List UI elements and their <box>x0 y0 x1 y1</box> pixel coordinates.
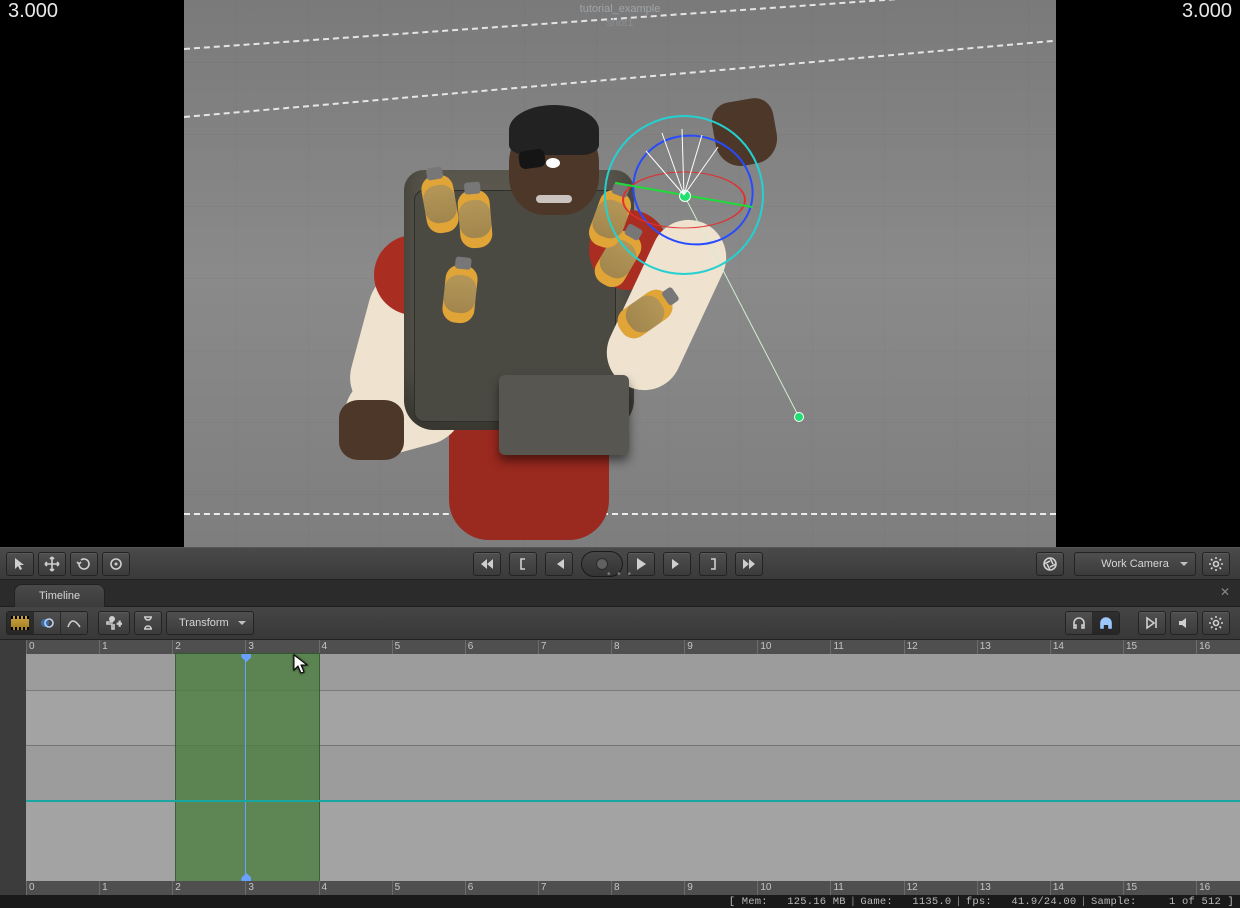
key-plus-icon: + <box>106 615 122 631</box>
graph-editor-button[interactable] <box>61 612 87 634</box>
status-fps-label: fps: <box>966 896 992 908</box>
headphones-filled-icon <box>1098 615 1114 631</box>
snap-toggle-group <box>1065 611 1120 635</box>
svg-text:+: + <box>117 619 122 629</box>
graph-icon <box>66 615 82 631</box>
playhead[interactable] <box>245 654 246 881</box>
panel-drag-handle[interactable]: • • • <box>607 569 633 580</box>
snap-key-button[interactable] <box>1093 612 1119 634</box>
rewind-button[interactable] <box>473 552 501 576</box>
headphones-icon <box>1071 615 1087 631</box>
panel-close-button[interactable]: ✕ <box>1218 585 1232 599</box>
timeline-ruler-top[interactable]: 012345678910111213141516 <box>26 640 1240 654</box>
status-mem-value: 125.16 MB <box>787 896 846 908</box>
manipulator-mode-label: Transform <box>179 617 229 629</box>
snap-frame-button[interactable] <box>1066 612 1093 634</box>
status-game-value: 1135.0 <box>912 896 951 908</box>
bone-pivot-icon[interactable] <box>794 412 804 422</box>
move-tool-button[interactable] <box>38 552 66 576</box>
aperture-icon <box>1042 556 1058 572</box>
film-icon <box>11 616 29 630</box>
rotate-tool-button[interactable] <box>70 552 98 576</box>
bookmark-button[interactable] <box>134 611 162 635</box>
camera-select[interactable]: Work Camera <box>1074 552 1196 576</box>
viewport-settings-button[interactable] <box>1202 552 1230 576</box>
viewport[interactable] <box>184 0 1056 547</box>
time-display-left: 3.000 <box>8 0 58 23</box>
step-forward-button[interactable] <box>663 552 691 576</box>
fast-forward-button[interactable] <box>735 552 763 576</box>
add-keyframe-button[interactable]: + <box>98 611 130 635</box>
timeline[interactable]: 012345678910111213141516 012345678910111… <box>0 640 1240 895</box>
status-game-label: Game: <box>860 896 893 908</box>
gear-icon <box>1208 615 1224 631</box>
play-icon <box>633 556 649 572</box>
status-sample-label: Sample: <box>1091 896 1137 908</box>
timeline-tracks[interactable] <box>26 654 1240 881</box>
speaker-icon <box>1176 615 1192 631</box>
panel-tabstrip: Timeline ✕ <box>0 580 1240 607</box>
move-icon <box>44 556 60 572</box>
timeline-toolbar: + Transform <box>0 607 1240 640</box>
rewind-icon <box>479 556 495 572</box>
mute-button[interactable] <box>1170 611 1198 635</box>
step-back-icon <box>551 556 567 572</box>
select-tool-button[interactable] <box>6 552 34 576</box>
step-fwd-icon <box>669 556 685 572</box>
set-out-button[interactable] <box>699 552 727 576</box>
camera-select-label: Work Camera <box>1101 558 1169 570</box>
bracket-right-icon <box>705 556 721 572</box>
motion-editor-button[interactable] <box>34 612 61 634</box>
hourglass-icon <box>140 615 156 631</box>
clip-editor-button[interactable] <box>7 612 34 634</box>
motion-icon <box>39 615 55 631</box>
status-mem-label: Mem: <box>742 896 768 908</box>
cursor-icon <box>12 556 28 572</box>
bracket-left-icon <box>515 556 531 572</box>
scale-tool-button[interactable] <box>102 552 130 576</box>
status-bar: [ Mem: 125.16 MB | Game: 1135.0 | fps: 4… <box>0 895 1240 908</box>
timeline-gutter <box>0 640 26 895</box>
selected-clip[interactable] <box>176 654 319 881</box>
status-fps-value: 41.9/24.00 <box>1011 896 1076 908</box>
timeline-ruler-bottom[interactable]: 012345678910111213141516 <box>26 881 1240 895</box>
rotate-icon <box>76 556 92 572</box>
fast-fwd-icon <box>741 556 757 572</box>
time-display-right: 3.000 <box>1182 0 1232 23</box>
target-icon <box>108 556 124 572</box>
manipulator-mode-select[interactable]: Transform <box>166 611 254 635</box>
to-end-icon <box>1144 615 1160 631</box>
set-in-button[interactable] <box>509 552 537 576</box>
camera-lock-button[interactable] <box>1036 552 1064 576</box>
step-back-button[interactable] <box>545 552 573 576</box>
goto-end-button[interactable] <box>1138 611 1166 635</box>
rotation-gizmo[interactable] <box>604 115 764 275</box>
editor-view-toggle <box>6 611 88 635</box>
record-icon <box>597 559 607 569</box>
tab-label: Timeline <box>39 590 80 602</box>
gear-icon <box>1208 556 1224 572</box>
viewport-area: tutorial_example shot1 3.000 3.000 <box>0 0 1240 547</box>
tab-timeline[interactable]: Timeline <box>14 584 105 607</box>
viewport-toolbar: Work Camera • • • <box>0 547 1240 580</box>
status-sample-value: 1 of 512 <box>1169 896 1221 908</box>
timeline-settings-button[interactable] <box>1202 611 1230 635</box>
